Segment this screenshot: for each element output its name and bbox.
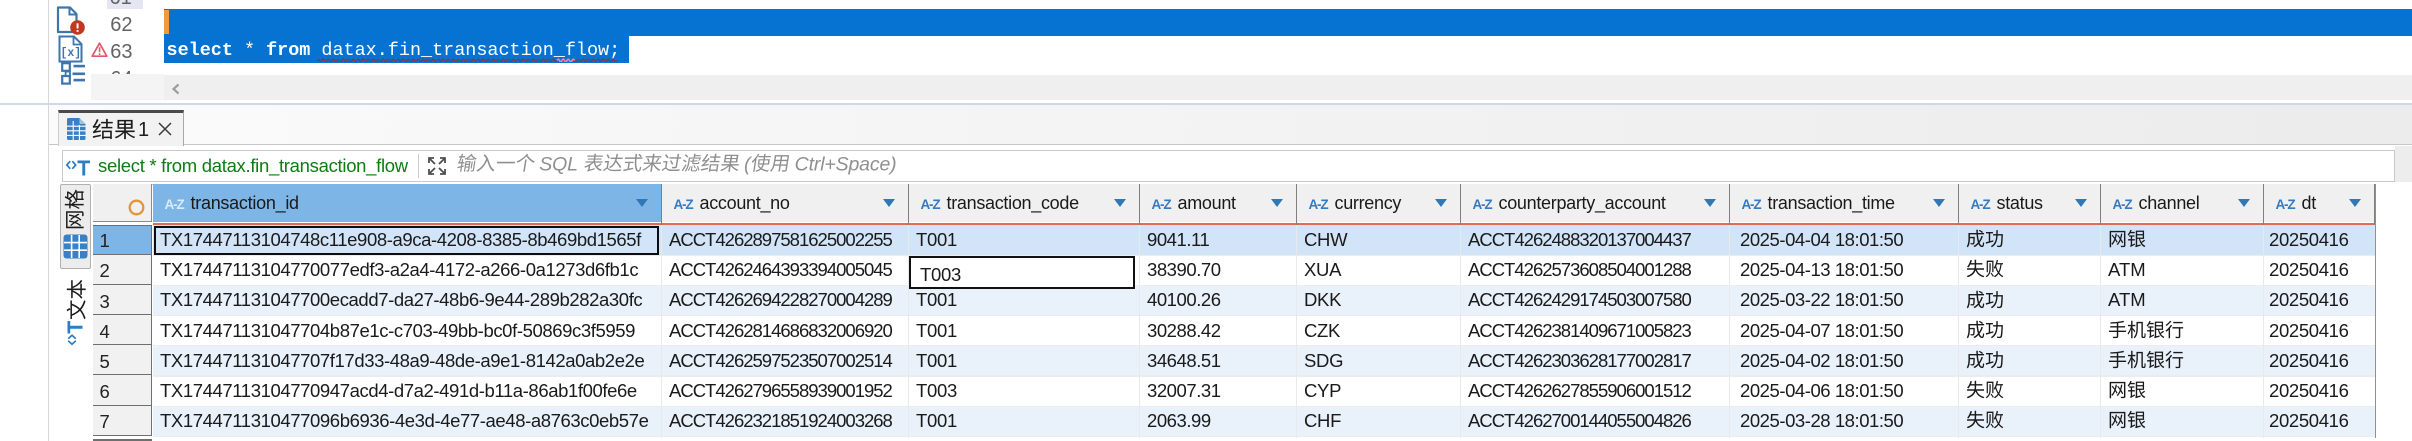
svg-text:[x]: [x]: [61, 47, 82, 60]
